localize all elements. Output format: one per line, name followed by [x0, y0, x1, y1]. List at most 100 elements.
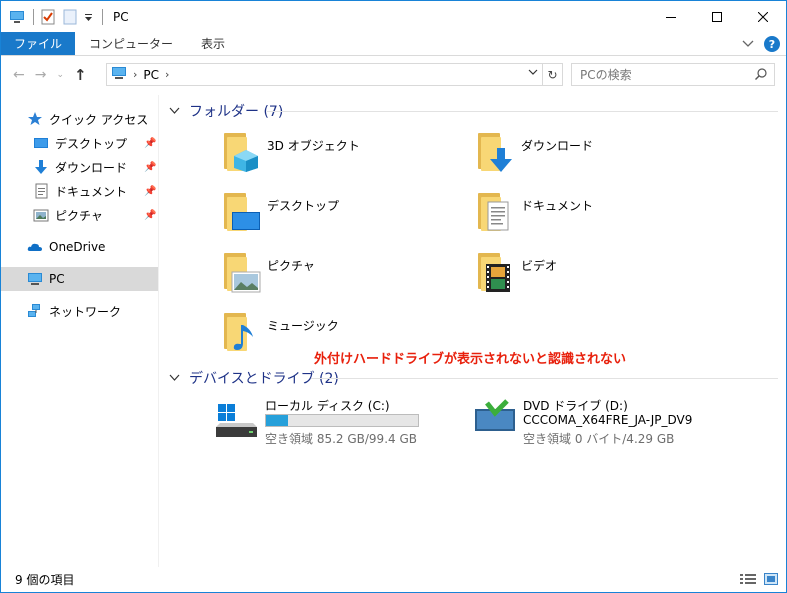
- folder-3d-objects[interactable]: 3D オブジェクト: [221, 129, 461, 179]
- sidebar-item-label: ドキュメント: [55, 184, 128, 199]
- sidebar-item-label: PC: [49, 272, 65, 286]
- toolbar-separator: [33, 8, 34, 25]
- help-icon[interactable]: ?: [764, 36, 780, 52]
- title-bar: PC: [1, 1, 786, 32]
- quick-access-toolbar: [1, 1, 109, 32]
- sidebar-item-onedrive[interactable]: OneDrive: [1, 235, 158, 259]
- search-placeholder: PCの検索: [580, 68, 632, 82]
- minimize-button[interactable]: [648, 1, 694, 32]
- pin-icon[interactable]: 📌: [144, 162, 156, 173]
- folder-label: デスクトップ: [267, 199, 340, 213]
- folder-label: ミュージック: [267, 319, 339, 333]
- folder-label: ビデオ: [521, 259, 558, 273]
- sidebar-item-label: デスクトップ: [55, 136, 128, 151]
- sidebar-item-label: OneDrive: [49, 240, 106, 254]
- content-pane: フォルダー (7) 3D オブジェクト ダウンロード デスクトップ ドキュメント…: [161, 95, 786, 567]
- folder-videos[interactable]: ビデオ: [475, 249, 715, 299]
- folder-label: 3D オブジェクト: [267, 139, 360, 153]
- search-icon[interactable]: [754, 67, 768, 84]
- forward-arrow-icon[interactable]: →: [35, 67, 47, 83]
- chevron-down-icon[interactable]: [169, 372, 183, 385]
- maximize-icon: [712, 11, 722, 22]
- properties-icon[interactable]: [40, 9, 56, 25]
- drive-local-disk[interactable]: ローカル ディスク (C:) 空き領域 85.2 GB/99.4 GB: [215, 397, 455, 447]
- address-dropdown-icon[interactable]: [528, 67, 538, 80]
- 3d-objects-folder-icon: [221, 129, 265, 173]
- recent-locations-icon[interactable]: ⌄: [56, 70, 64, 80]
- ribbon-right-controls: ?: [742, 36, 780, 52]
- sidebar-item-pictures[interactable]: ピクチャ 📌: [1, 203, 158, 227]
- sidebar-item-network[interactable]: ネットワーク: [1, 299, 158, 323]
- tab-view[interactable]: 表示: [187, 32, 239, 55]
- drive-free-space: 空き領域 85.2 GB/99.4 GB: [265, 432, 417, 446]
- refresh-icon[interactable]: ↻: [542, 64, 562, 85]
- videos-folder-icon: [475, 249, 519, 293]
- sidebar-item-label: ダウンロード: [55, 160, 128, 175]
- sidebar-item-downloads[interactable]: ダウンロード 📌: [1, 155, 158, 179]
- folder-label: ドキュメント: [521, 199, 594, 213]
- tab-file[interactable]: ファイル: [1, 32, 76, 55]
- folder-label: ダウンロード: [521, 139, 594, 153]
- customize-quick-access-icon[interactable]: [84, 9, 94, 25]
- download-arrow-icon: [33, 159, 49, 175]
- expand-ribbon-icon[interactable]: [742, 37, 754, 51]
- up-arrow-icon[interactable]: ↑: [74, 66, 87, 84]
- drive-dvd[interactable]: DVD ドライブ (D:) CCCOMA_X64FRE_JA-JP_DV9 空き…: [473, 397, 753, 447]
- folder-pictures[interactable]: ピクチャ: [221, 249, 461, 299]
- navigation-pane: クイック アクセス デスクトップ 📌 ダウンロード 📌 ドキュメント 📌 ピクチ…: [1, 95, 159, 567]
- folder-desktop[interactable]: デスクトップ: [221, 189, 461, 239]
- sidebar-item-documents[interactable]: ドキュメント 📌: [1, 179, 158, 203]
- sidebar-item-desktop[interactable]: デスクトップ 📌: [1, 131, 158, 155]
- drive-name: ローカル ディスク (C:): [265, 399, 390, 413]
- address-row: ← → ⌄ ↑ › PC › ↻ PCの検索: [1, 57, 786, 93]
- chevron-right-icon[interactable]: ›: [133, 68, 137, 81]
- group-divider: [311, 378, 778, 379]
- documents-folder-icon: [475, 189, 519, 233]
- pin-icon[interactable]: 📌: [144, 138, 156, 149]
- drive-free-space: 空き領域 0 バイト/4.29 GB: [523, 432, 675, 446]
- pc-icon: [9, 9, 25, 25]
- hard-drive-icon: [215, 403, 259, 442]
- desktop-icon: [33, 135, 49, 151]
- drive-volume-label: CCCOMA_X64FRE_JA-JP_DV9: [523, 413, 693, 427]
- folder-label: ピクチャ: [267, 259, 315, 273]
- address-bar[interactable]: › PC › ↻: [106, 63, 563, 86]
- pictures-folder-icon: [221, 249, 265, 293]
- picture-icon: [33, 207, 49, 223]
- chevron-right-icon[interactable]: ›: [165, 68, 169, 81]
- item-count: 9 個の項目: [15, 573, 75, 587]
- tab-computer[interactable]: コンピューター: [75, 32, 187, 55]
- desktop-folder-icon: [221, 189, 265, 233]
- folder-downloads[interactable]: ダウンロード: [475, 129, 715, 179]
- network-icon: [27, 303, 43, 319]
- drive-name: DVD ドライブ (D:): [523, 399, 628, 413]
- group-divider: [267, 111, 778, 112]
- large-icons-view-icon[interactable]: [764, 573, 778, 588]
- sidebar-item-label: クイック アクセス: [49, 112, 149, 127]
- dvd-drive-icon: [473, 399, 517, 436]
- view-toggle-group: [740, 573, 778, 588]
- window-title: PC: [113, 9, 129, 24]
- details-view-icon[interactable]: [740, 573, 756, 588]
- folder-documents[interactable]: ドキュメント: [475, 189, 715, 239]
- sidebar-item-quick-access[interactable]: クイック アクセス: [1, 107, 158, 131]
- new-folder-icon[interactable]: [62, 9, 78, 25]
- breadcrumb-pc[interactable]: PC: [143, 68, 159, 82]
- ribbon-tabs: ファイル コンピューター 表示 ?: [1, 32, 786, 56]
- pc-icon: [27, 271, 43, 287]
- pin-icon[interactable]: 📌: [144, 186, 156, 197]
- usage-bar: [265, 414, 419, 427]
- document-icon: [33, 183, 49, 199]
- pin-icon[interactable]: 📌: [144, 210, 156, 221]
- window-controls: [648, 1, 786, 32]
- search-input[interactable]: PCの検索: [571, 63, 775, 86]
- close-button[interactable]: [740, 1, 786, 32]
- maximize-button[interactable]: [694, 1, 740, 32]
- sidebar-item-pc[interactable]: PC: [1, 267, 158, 291]
- annotation-text: 外付けハードドライブが表示されないと認識されない: [314, 352, 627, 367]
- sidebar-item-label: ネットワーク: [49, 304, 122, 319]
- cloud-icon: [27, 239, 43, 255]
- chevron-down-icon[interactable]: [169, 105, 183, 118]
- music-folder-icon: [221, 309, 265, 353]
- back-arrow-icon[interactable]: ←: [13, 67, 25, 83]
